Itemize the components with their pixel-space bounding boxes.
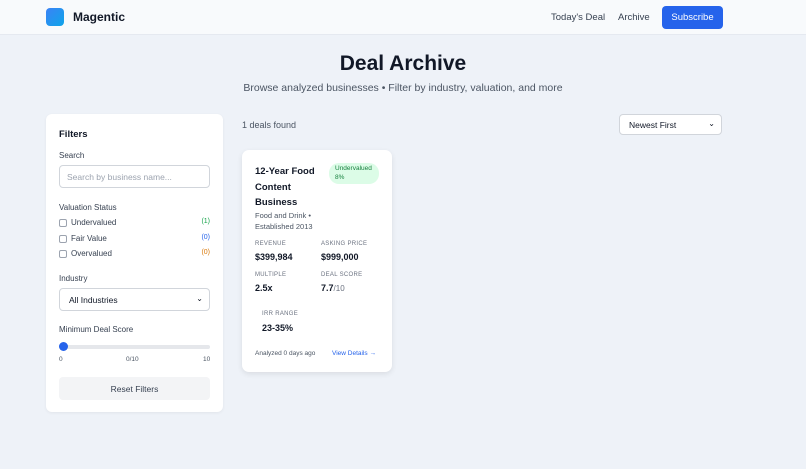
chevron-down-icon: ⌄: [196, 294, 203, 303]
slider-min-label: 0: [59, 356, 63, 363]
sort-select[interactable]: Newest First ⌄: [619, 114, 722, 135]
industry-label: Industry: [59, 274, 88, 283]
valuation-option-label: Fair Value: [71, 234, 107, 243]
slider-thumb[interactable]: [59, 342, 68, 351]
multiple-label: MULTIPLE: [255, 272, 287, 278]
analyzed-timestamp: Analyzed 0 days ago: [255, 350, 316, 357]
valuation-option-label: Overvalued: [71, 249, 112, 258]
min-score-slider[interactable]: [59, 342, 210, 351]
chevron-down-icon: ⌄: [708, 119, 715, 128]
valuation-badge: Undervalued 8%: [329, 163, 379, 184]
valuation-option-label: Undervalued: [71, 218, 117, 227]
asking-price-label: ASKING PRICE: [321, 241, 368, 247]
top-navbar: Magentic Today's Deal Archive Subscribe: [0, 0, 806, 35]
filters-title: Filters: [59, 129, 88, 140]
revenue-label: REVENUE: [255, 241, 287, 247]
multiple-value: 2.5x: [255, 283, 273, 293]
checkbox-icon[interactable]: [59, 219, 67, 227]
checkbox-icon[interactable]: [59, 235, 67, 243]
revenue-value: $399,984: [255, 252, 293, 262]
deal-score-label: DEAL SCORE: [321, 272, 363, 278]
sort-selected-value: Newest First: [629, 120, 677, 130]
min-deal-score-label: Minimum Deal Score: [59, 325, 134, 334]
deal-score-value: 7.7/10: [321, 283, 345, 293]
nav-link-archive[interactable]: Archive: [618, 12, 650, 23]
irr-range-label: IRR RANGE: [262, 311, 299, 317]
industry-select[interactable]: All Industries ⌄: [59, 288, 210, 311]
valuation-option-count: (0): [201, 249, 210, 256]
search-input[interactable]: [59, 165, 210, 188]
valuation-option-undervalued[interactable]: Undervalued (1): [59, 218, 210, 230]
irr-range-value: 23-35%: [262, 323, 294, 333]
valuation-option-overvalued[interactable]: Overvalued (0): [59, 249, 210, 261]
view-details-link[interactable]: View Details →: [332, 350, 376, 357]
slider-max-label: 10: [203, 356, 211, 363]
valuation-option-count: (0): [201, 234, 210, 241]
slider-current-value: 0/10: [126, 356, 139, 363]
deal-title[interactable]: 12-Year Food Content Business: [255, 164, 329, 211]
valuation-option-count: (1): [201, 218, 210, 225]
page-title: Deal Archive: [339, 52, 467, 75]
subscribe-button[interactable]: Subscribe: [662, 6, 723, 29]
deal-score-suffix: /10: [333, 284, 345, 293]
logo-mark-icon[interactable]: [46, 8, 64, 26]
search-label: Search: [59, 151, 85, 160]
page-subtitle: Browse analyzed businesses • Filter by i…: [243, 82, 563, 94]
filters-panel: Filters Search Valuation Status Underval…: [46, 114, 223, 412]
reset-filters-button[interactable]: Reset Filters: [59, 377, 210, 400]
deal-industry-line: Food and Drink • Established 2013: [255, 211, 313, 231]
brand-name[interactable]: Magentic: [73, 10, 125, 24]
deal-score-number: 7.7: [321, 283, 334, 293]
checkbox-icon[interactable]: [59, 250, 67, 258]
asking-price-value: $999,000: [321, 252, 359, 262]
valuation-option-fair-value[interactable]: Fair Value (0): [59, 234, 210, 246]
nav-link-todays-deal[interactable]: Today's Deal: [551, 12, 605, 23]
results-count: 1 deals found: [242, 120, 297, 130]
deal-card[interactable]: 12-Year Food Content Business Undervalue…: [242, 150, 392, 372]
valuation-status-label: Valuation Status: [59, 203, 117, 212]
industry-selected-value: All Industries: [69, 295, 118, 305]
